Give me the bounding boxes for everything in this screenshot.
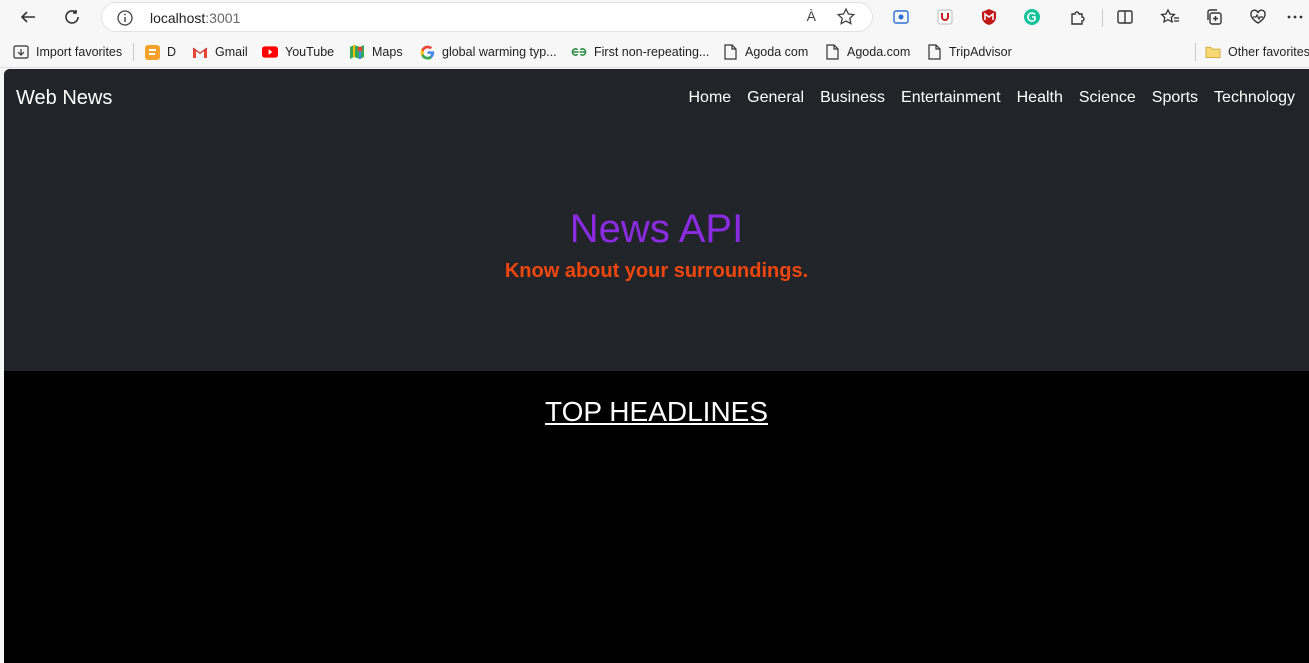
refresh-icon xyxy=(65,10,79,24)
hero-title: News API xyxy=(569,207,744,251)
browser-toolbar: localhost:3001 À xyxy=(0,0,1309,35)
bookmark-label: D xyxy=(167,45,177,59)
other-favorites-label: Other favorites xyxy=(1228,45,1309,59)
bookmark-tripadvisor[interactable]: TripAdvisor xyxy=(926,43,1012,61)
bookmark-google-search[interactable]: global warming typ... xyxy=(419,43,557,61)
top-headlines-heading: TOP HEADLINES xyxy=(544,396,769,427)
favorites-icon[interactable] xyxy=(1159,6,1181,28)
blogger-icon xyxy=(144,44,160,60)
extensions-puzzle-icon[interactable] xyxy=(1066,6,1088,28)
navbar-brand[interactable]: Web News xyxy=(16,87,112,110)
folder-icon xyxy=(1205,44,1221,60)
bookmark-import-favorites[interactable]: Import favorites xyxy=(13,43,122,61)
nav-link-sports[interactable]: Sports xyxy=(1152,89,1198,107)
back-arrow-icon xyxy=(20,11,35,23)
bookmark-separator xyxy=(133,43,134,61)
bookmark-geeksforgeeks[interactable]: First non-repeating... xyxy=(571,43,709,61)
bookmark-label: YouTube xyxy=(285,45,335,59)
bookmark-gmail[interactable]: Gmail xyxy=(192,43,248,61)
gmail-icon xyxy=(192,44,208,60)
page-icon xyxy=(722,44,738,60)
extension-screen-icon[interactable] xyxy=(890,6,912,28)
maps-icon xyxy=(349,44,365,60)
other-favorites[interactable]: Other favorites xyxy=(1205,43,1309,61)
page-icon xyxy=(926,44,942,60)
split-screen-icon[interactable] xyxy=(1114,6,1136,28)
read-aloud-icon[interactable]: À xyxy=(807,8,816,24)
more-menu-icon[interactable] xyxy=(1284,6,1306,28)
bookmark-youtube[interactable]: YouTube xyxy=(262,43,334,61)
extension-shield-icon[interactable] xyxy=(934,6,956,28)
nav-link-entertainment[interactable]: Entertainment xyxy=(901,89,1001,107)
bookmark-label: First non-repeating... xyxy=(594,45,710,59)
bookmark-label: Agoda com xyxy=(745,45,809,59)
nav-link-science[interactable]: Science xyxy=(1079,89,1136,107)
url-text[interactable]: localhost:3001 xyxy=(150,10,240,26)
bookmark-separator xyxy=(1195,43,1196,61)
mcafee-icon[interactable] xyxy=(978,6,1000,28)
hero-banner: News API Know about your surroundings. xyxy=(4,129,1309,371)
address-bar[interactable]: localhost:3001 À xyxy=(101,2,873,32)
bookmarks-bar: Import favorites D Gmail YouTube Maps gl… xyxy=(0,35,1309,68)
site-info-icon[interactable] xyxy=(116,9,134,27)
bookmark-maps[interactable]: Maps xyxy=(349,43,403,61)
bookmark-agoda-2[interactable]: Agoda.com xyxy=(824,43,910,61)
collections-icon[interactable] xyxy=(1203,6,1225,28)
bookmark-label: Import favorites xyxy=(36,45,123,59)
geeksforgeeks-icon xyxy=(571,44,587,60)
page-icon xyxy=(824,44,840,60)
hero-subtitle: Know about your surroundings. xyxy=(504,260,809,282)
google-icon xyxy=(419,44,435,60)
nav-link-business[interactable]: Business xyxy=(820,89,885,107)
bookmark-label: Agoda.com xyxy=(847,45,911,59)
import-icon xyxy=(13,44,29,60)
grammarly-icon[interactable] xyxy=(1021,6,1043,28)
nav-links: Home General Business Entertainment Heal… xyxy=(688,89,1295,107)
web-page: Web News Home General Business Entertain… xyxy=(4,69,1309,663)
browser-essentials-icon[interactable] xyxy=(1247,6,1269,28)
nav-link-home[interactable]: Home xyxy=(688,89,731,107)
nav-link-general[interactable]: General xyxy=(747,89,804,107)
back-button[interactable] xyxy=(13,3,43,31)
nav-link-health[interactable]: Health xyxy=(1017,89,1063,107)
bookmark-label: TripAdvisor xyxy=(949,45,1012,59)
navbar: Web News Home General Business Entertain… xyxy=(4,69,1309,129)
url-host: localhost xyxy=(150,10,206,26)
nav-link-technology[interactable]: Technology xyxy=(1214,89,1295,107)
bookmark-label: global warming typ... xyxy=(442,45,557,59)
favorite-star-icon[interactable] xyxy=(836,7,856,27)
bookmark-label: Maps xyxy=(372,45,403,59)
refresh-button[interactable] xyxy=(57,3,87,31)
youtube-icon xyxy=(262,44,278,60)
bookmark-blogger[interactable]: D xyxy=(144,43,176,61)
url-port: :3001 xyxy=(205,10,241,26)
toolbar-separator xyxy=(1102,9,1103,27)
bookmark-label: Gmail xyxy=(215,45,248,59)
bookmark-agoda-1[interactable]: Agoda com xyxy=(722,43,808,61)
